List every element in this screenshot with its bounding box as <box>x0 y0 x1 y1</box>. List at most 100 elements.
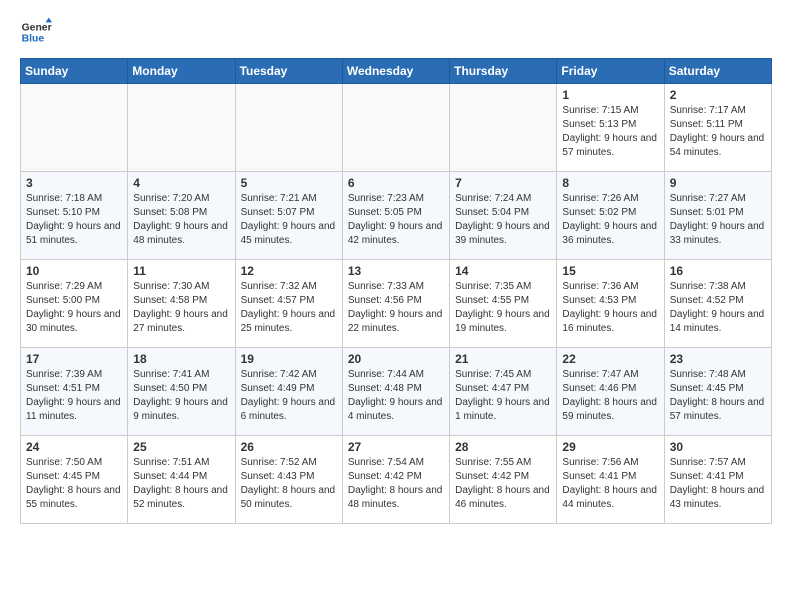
weekday-header-friday: Friday <box>557 59 664 84</box>
day-info: Sunrise: 7:45 AM Sunset: 4:47 PM Dayligh… <box>455 368 551 424</box>
day-info: Sunrise: 7:15 AM Sunset: 5:13 PM Dayligh… <box>562 104 658 160</box>
day-number: 21 <box>455 352 551 366</box>
day-number: 23 <box>670 352 766 366</box>
calendar-cell: 2 Sunrise: 7:17 AM Sunset: 5:11 PM Daylig… <box>664 84 771 172</box>
day-info: Sunrise: 7:56 AM Sunset: 4:41 PM Dayligh… <box>562 456 658 512</box>
calendar-cell: 12 Sunrise: 7:32 AM Sunset: 4:57 PM Dayli… <box>235 260 342 348</box>
day-info: Sunrise: 7:36 AM Sunset: 4:53 PM Dayligh… <box>562 280 658 336</box>
svg-text:General: General <box>22 22 52 33</box>
weekday-header-wednesday: Wednesday <box>342 59 449 84</box>
day-info: Sunrise: 7:26 AM Sunset: 5:02 PM Dayligh… <box>562 192 658 248</box>
header: General Blue <box>20 16 772 48</box>
calendar-cell <box>235 84 342 172</box>
day-number: 30 <box>670 440 766 454</box>
day-info: Sunrise: 7:42 AM Sunset: 4:49 PM Dayligh… <box>241 368 337 424</box>
day-info: Sunrise: 7:48 AM Sunset: 4:45 PM Dayligh… <box>670 368 766 424</box>
day-number: 16 <box>670 264 766 278</box>
calendar-cell: 20 Sunrise: 7:44 AM Sunset: 4:48 PM Dayli… <box>342 348 449 436</box>
day-info: Sunrise: 7:54 AM Sunset: 4:42 PM Dayligh… <box>348 456 444 512</box>
calendar-cell: 1 Sunrise: 7:15 AM Sunset: 5:13 PM Daylig… <box>557 84 664 172</box>
day-info: Sunrise: 7:52 AM Sunset: 4:43 PM Dayligh… <box>241 456 337 512</box>
calendar-cell: 28Sunrise: 7:55 AM Sunset: 4:42 PM Dayli… <box>450 436 557 524</box>
calendar-cell <box>128 84 235 172</box>
day-info: Sunrise: 7:39 AM Sunset: 4:51 PM Dayligh… <box>26 368 122 424</box>
day-number: 9 <box>670 176 766 190</box>
calendar-cell: 11Sunrise: 7:30 AM Sunset: 4:58 PM Dayli… <box>128 260 235 348</box>
weekday-header-sunday: Sunday <box>21 59 128 84</box>
calendar-cell: 13 Sunrise: 7:33 AM Sunset: 4:56 PM Dayli… <box>342 260 449 348</box>
calendar-cell: 17 Sunrise: 7:39 AM Sunset: 4:51 PM Dayli… <box>21 348 128 436</box>
day-number: 22 <box>562 352 658 366</box>
calendar-cell: 9 Sunrise: 7:27 AM Sunset: 5:01 PM Daylig… <box>664 172 771 260</box>
day-number: 13 <box>348 264 444 278</box>
day-number: 3 <box>26 176 122 190</box>
calendar-cell: 5 Sunrise: 7:21 AM Sunset: 5:07 PM Daylig… <box>235 172 342 260</box>
day-info: Sunrise: 7:30 AM Sunset: 4:58 PM Dayligh… <box>133 280 229 336</box>
calendar-cell: 29 Sunrise: 7:56 AM Sunset: 4:41 PM Dayli… <box>557 436 664 524</box>
day-number: 18 <box>133 352 229 366</box>
calendar-cell: 22Sunrise: 7:47 AM Sunset: 4:46 PM Dayli… <box>557 348 664 436</box>
day-number: 27 <box>348 440 444 454</box>
day-number: 5 <box>241 176 337 190</box>
weekday-header-saturday: Saturday <box>664 59 771 84</box>
calendar-week-1: 1 Sunrise: 7:15 AM Sunset: 5:13 PM Daylig… <box>21 84 772 172</box>
day-number: 24 <box>26 440 122 454</box>
weekday-header-row: SundayMondayTuesdayWednesdayThursdayFrid… <box>21 59 772 84</box>
day-info: Sunrise: 7:50 AM Sunset: 4:45 PM Dayligh… <box>26 456 122 512</box>
day-info: Sunrise: 7:17 AM Sunset: 5:11 PM Dayligh… <box>670 104 766 160</box>
calendar-week-4: 17 Sunrise: 7:39 AM Sunset: 4:51 PM Dayli… <box>21 348 772 436</box>
page: General Blue SundayMondayTuesdayWednesda… <box>0 0 792 534</box>
calendar-cell: 19 Sunrise: 7:42 AM Sunset: 4:49 PM Dayli… <box>235 348 342 436</box>
calendar-cell: 8Sunrise: 7:26 AM Sunset: 5:02 PM Daylig… <box>557 172 664 260</box>
calendar-cell: 4Sunrise: 7:20 AM Sunset: 5:08 PM Daylig… <box>128 172 235 260</box>
calendar-cell: 18Sunrise: 7:41 AM Sunset: 4:50 PM Dayli… <box>128 348 235 436</box>
calendar-cell: 24 Sunrise: 7:50 AM Sunset: 4:45 PM Dayli… <box>21 436 128 524</box>
day-number: 15 <box>562 264 658 278</box>
weekday-header-thursday: Thursday <box>450 59 557 84</box>
day-info: Sunrise: 7:44 AM Sunset: 4:48 PM Dayligh… <box>348 368 444 424</box>
weekday-header-tuesday: Tuesday <box>235 59 342 84</box>
day-info: Sunrise: 7:24 AM Sunset: 5:04 PM Dayligh… <box>455 192 551 248</box>
calendar-cell: 6Sunrise: 7:23 AM Sunset: 5:05 PM Daylig… <box>342 172 449 260</box>
calendar-cell: 26 Sunrise: 7:52 AM Sunset: 4:43 PM Dayli… <box>235 436 342 524</box>
day-number: 14 <box>455 264 551 278</box>
calendar-cell: 7Sunrise: 7:24 AM Sunset: 5:04 PM Daylig… <box>450 172 557 260</box>
day-info: Sunrise: 7:35 AM Sunset: 4:55 PM Dayligh… <box>455 280 551 336</box>
day-info: Sunrise: 7:23 AM Sunset: 5:05 PM Dayligh… <box>348 192 444 248</box>
calendar-cell <box>450 84 557 172</box>
day-number: 29 <box>562 440 658 454</box>
day-number: 25 <box>133 440 229 454</box>
day-number: 1 <box>562 88 658 102</box>
day-info: Sunrise: 7:20 AM Sunset: 5:08 PM Dayligh… <box>133 192 229 248</box>
calendar-cell: 14 Sunrise: 7:35 AM Sunset: 4:55 PM Dayli… <box>450 260 557 348</box>
day-number: 17 <box>26 352 122 366</box>
calendar-cell: 3Sunrise: 7:18 AM Sunset: 5:10 PM Daylig… <box>21 172 128 260</box>
calendar-week-5: 24 Sunrise: 7:50 AM Sunset: 4:45 PM Dayli… <box>21 436 772 524</box>
day-info: Sunrise: 7:32 AM Sunset: 4:57 PM Dayligh… <box>241 280 337 336</box>
day-number: 28 <box>455 440 551 454</box>
calendar-cell: 15 Sunrise: 7:36 AM Sunset: 4:53 PM Dayli… <box>557 260 664 348</box>
day-info: Sunrise: 7:21 AM Sunset: 5:07 PM Dayligh… <box>241 192 337 248</box>
calendar-cell: 21 Sunrise: 7:45 AM Sunset: 4:47 PM Dayli… <box>450 348 557 436</box>
day-info: Sunrise: 7:33 AM Sunset: 4:56 PM Dayligh… <box>348 280 444 336</box>
day-number: 2 <box>670 88 766 102</box>
day-number: 20 <box>348 352 444 366</box>
calendar-cell <box>21 84 128 172</box>
day-info: Sunrise: 7:51 AM Sunset: 4:44 PM Dayligh… <box>133 456 229 512</box>
day-number: 26 <box>241 440 337 454</box>
calendar-cell: 25 Sunrise: 7:51 AM Sunset: 4:44 PM Dayli… <box>128 436 235 524</box>
calendar-cell: 23 Sunrise: 7:48 AM Sunset: 4:45 PM Dayli… <box>664 348 771 436</box>
day-info: Sunrise: 7:29 AM Sunset: 5:00 PM Dayligh… <box>26 280 122 336</box>
weekday-header-monday: Monday <box>128 59 235 84</box>
calendar-cell: 10Sunrise: 7:29 AM Sunset: 5:00 PM Dayli… <box>21 260 128 348</box>
day-number: 19 <box>241 352 337 366</box>
calendar-cell: 27 Sunrise: 7:54 AM Sunset: 4:42 PM Dayli… <box>342 436 449 524</box>
logo: General Blue <box>20 16 56 48</box>
calendar-cell <box>342 84 449 172</box>
calendar-week-2: 3Sunrise: 7:18 AM Sunset: 5:10 PM Daylig… <box>21 172 772 260</box>
svg-text:Blue: Blue <box>22 34 45 45</box>
day-info: Sunrise: 7:27 AM Sunset: 5:01 PM Dayligh… <box>670 192 766 248</box>
day-number: 12 <box>241 264 337 278</box>
day-info: Sunrise: 7:57 AM Sunset: 4:41 PM Dayligh… <box>670 456 766 512</box>
calendar-week-3: 10Sunrise: 7:29 AM Sunset: 5:00 PM Dayli… <box>21 260 772 348</box>
